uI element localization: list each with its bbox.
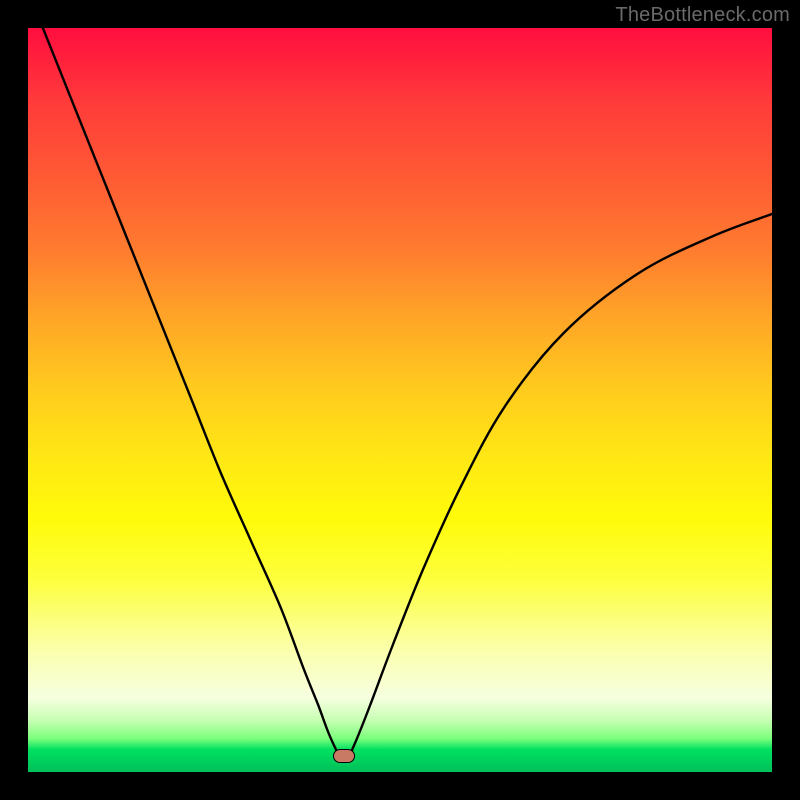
- watermark-text: TheBottleneck.com: [615, 4, 790, 27]
- optimum-marker: [333, 749, 355, 763]
- plot-area: [28, 28, 772, 772]
- curve-svg: [28, 28, 772, 772]
- chart-frame: TheBottleneck.com: [0, 0, 800, 800]
- bottleneck-curve: [43, 28, 772, 759]
